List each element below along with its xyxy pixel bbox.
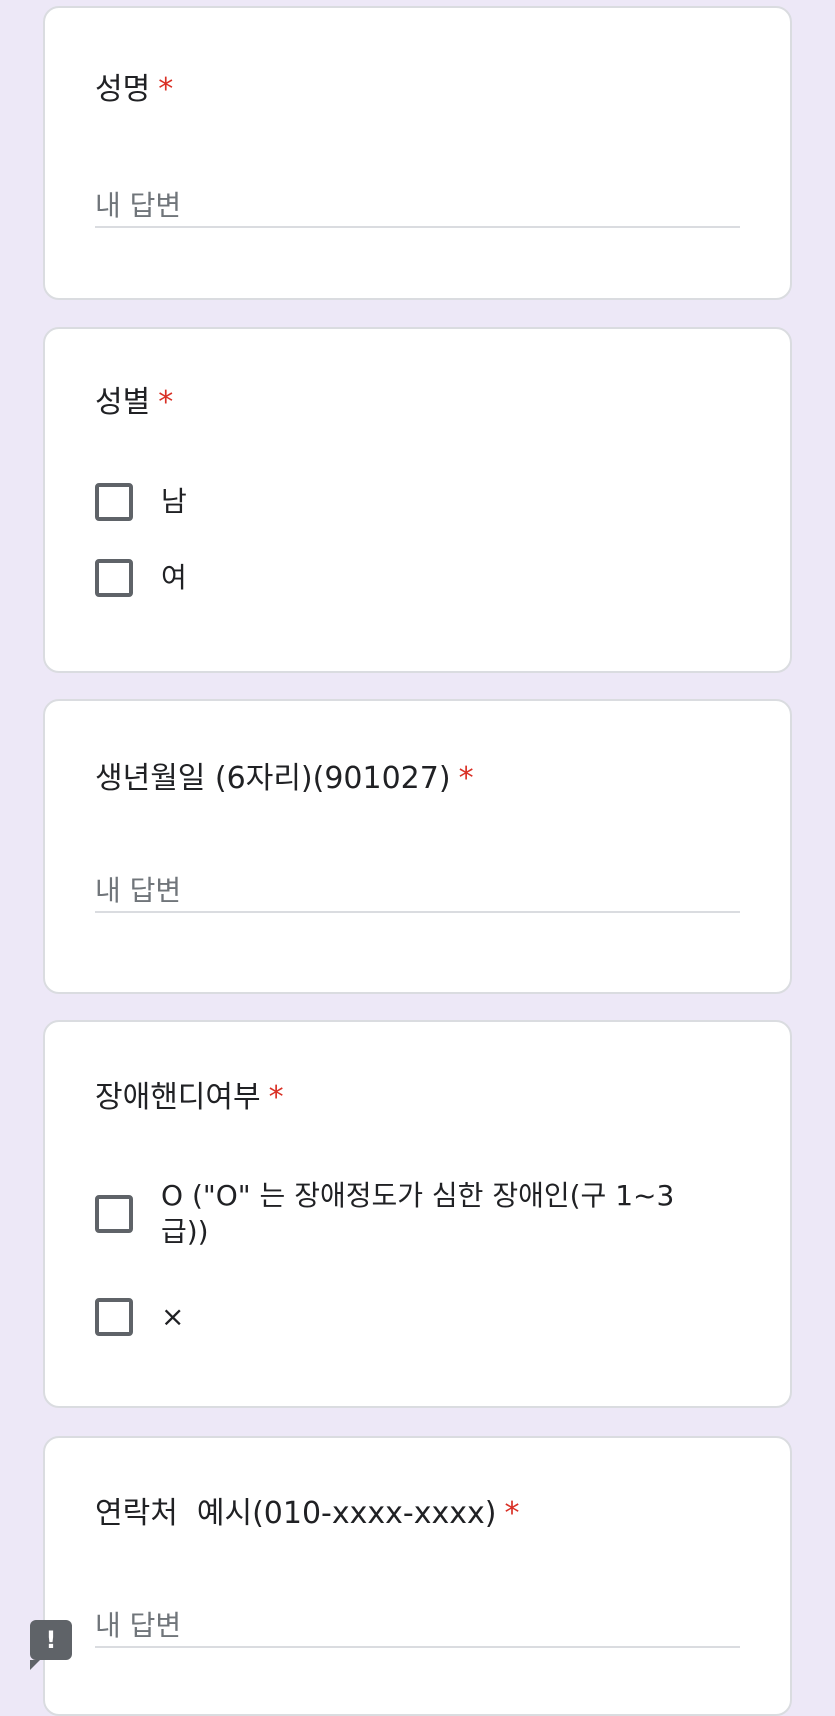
question-title-text: 성명 (95, 72, 151, 107)
report-glyph: ! (45, 1626, 57, 1654)
answer-field-container (95, 184, 740, 228)
option-yes[interactable]: O ("O" 는 장애정도가 심한 장애인(구 1~3급)) (95, 1178, 681, 1250)
option-label: 여 (161, 561, 187, 594)
question-title: 장애핸디여부 * (95, 1080, 284, 1116)
question-card-disability: 장애핸디여부 * O ("O" 는 장애정도가 심한 장애인(구 1~3급)) × (43, 1020, 792, 1408)
question-title: 생년월일 (6자리)(901027) * (95, 761, 474, 797)
required-asterisk: * (158, 385, 174, 420)
option-label: × (161, 1300, 185, 1333)
checkbox-no[interactable] (95, 1298, 133, 1336)
question-title-text: 장애핸디여부 (95, 1080, 261, 1115)
option-female[interactable]: 여 (95, 559, 187, 597)
option-no[interactable]: × (95, 1298, 184, 1336)
question-card-birthdate: 생년월일 (6자리)(901027) * (43, 699, 792, 994)
question-title-text: 성별 (95, 385, 151, 420)
question-card-name: 성명 * (43, 6, 792, 300)
phone-input[interactable] (95, 1604, 740, 1646)
checkbox-female[interactable] (95, 559, 133, 597)
name-input[interactable] (95, 184, 740, 226)
checkbox-male[interactable] (95, 483, 133, 521)
question-card-gender: 성별 * 남 여 (43, 327, 792, 673)
answer-field-container (95, 1604, 740, 1648)
question-title: 성별 * (95, 385, 173, 421)
required-asterisk: * (504, 1496, 520, 1531)
birthdate-input[interactable] (95, 869, 740, 911)
required-asterisk: * (268, 1080, 284, 1115)
question-card-phone: 연락처 예시(010-xxxx-xxxx) * (43, 1436, 792, 1716)
question-title: 성명 * (95, 72, 173, 108)
option-label: 남 (161, 485, 187, 518)
report-icon[interactable]: ! (30, 1620, 72, 1670)
answer-field-container (95, 869, 740, 913)
question-title-text: 연락처 예시(010-xxxx-xxxx) (95, 1496, 497, 1531)
checkbox-yes[interactable] (95, 1195, 133, 1233)
option-male[interactable]: 남 (95, 483, 187, 521)
option-label: O ("O" 는 장애정도가 심한 장애인(구 1~3급)) (161, 1179, 675, 1248)
question-title-text: 생년월일 (6자리)(901027) (95, 761, 451, 796)
required-asterisk: * (158, 72, 174, 107)
required-asterisk: * (458, 761, 474, 796)
question-title: 연락처 예시(010-xxxx-xxxx) * (95, 1496, 519, 1532)
